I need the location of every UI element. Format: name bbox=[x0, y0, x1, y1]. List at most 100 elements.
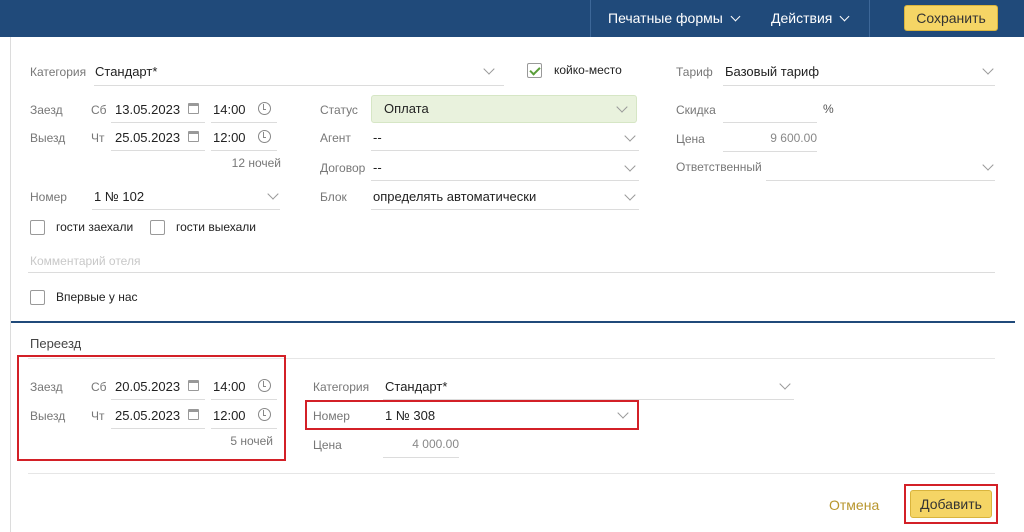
move-checkin-time-input[interactable]: 14:00 bbox=[213, 379, 246, 394]
field-underline bbox=[723, 85, 995, 86]
first-time-checkbox[interactable] bbox=[30, 290, 45, 305]
responsible-select[interactable] bbox=[766, 180, 995, 181]
tariff-label: Тариф bbox=[676, 65, 713, 79]
room-select[interactable]: 1 № 102 bbox=[94, 189, 144, 204]
move-checkout-date-input[interactable]: 25.05.2023 bbox=[115, 408, 180, 423]
room-label: Номер bbox=[30, 190, 67, 204]
actions-label: Действия bbox=[771, 10, 833, 26]
field-underline bbox=[211, 428, 277, 429]
move-room-label: Номер bbox=[313, 409, 350, 423]
field-underline bbox=[111, 399, 205, 400]
print-forms-menu[interactable]: Печатные формы bbox=[608, 0, 741, 37]
field-underline bbox=[723, 151, 817, 152]
move-checkout-label: Выезд bbox=[30, 409, 66, 423]
chevron-down-icon bbox=[616, 101, 628, 113]
first-time-label: Впервые у нас bbox=[56, 290, 138, 304]
checkin-weekday: Сб bbox=[91, 103, 107, 117]
bed-place-checkbox[interactable] bbox=[527, 63, 542, 78]
move-section-title: Переезд bbox=[30, 336, 82, 351]
checkout-label: Выезд bbox=[30, 131, 66, 145]
toolbar-separator bbox=[869, 0, 870, 37]
nights-count: 12 ночей bbox=[231, 156, 281, 170]
chevron-down-icon[interactable] bbox=[982, 63, 994, 75]
clock-icon[interactable] bbox=[258, 379, 271, 392]
block-label: Блок bbox=[320, 190, 347, 204]
status-value: Оплата bbox=[384, 101, 429, 116]
move-room-highlight bbox=[305, 400, 639, 430]
checkout-time-input[interactable]: 12:00 bbox=[213, 130, 246, 145]
checkin-time-input[interactable]: 14:00 bbox=[213, 102, 246, 117]
calendar-icon[interactable] bbox=[188, 131, 199, 142]
clock-icon[interactable] bbox=[258, 130, 271, 143]
field-underline bbox=[371, 180, 639, 181]
move-checkout-time-input[interactable]: 12:00 bbox=[213, 408, 246, 423]
guests-checked-in-checkbox[interactable] bbox=[30, 220, 45, 235]
add-button[interactable]: Добавить bbox=[910, 490, 992, 518]
responsible-label: Ответственный bbox=[676, 160, 762, 174]
field-underline bbox=[371, 209, 639, 210]
comment-input[interactable]: Комментарий отеля bbox=[30, 254, 140, 268]
chevron-down-icon[interactable] bbox=[624, 160, 636, 172]
move-checkin-weekday: Сб bbox=[91, 380, 107, 394]
calendar-icon[interactable] bbox=[188, 380, 199, 391]
field-underline bbox=[383, 457, 459, 458]
move-category-select[interactable]: Стандарт* bbox=[385, 379, 447, 394]
print-forms-label: Печатные формы bbox=[608, 10, 723, 26]
block-select[interactable]: определять автоматически bbox=[373, 189, 536, 204]
checkout-weekday: Чт bbox=[91, 131, 105, 145]
save-button[interactable]: Сохранить bbox=[904, 5, 998, 31]
chevron-down-icon bbox=[730, 11, 741, 22]
clock-icon[interactable] bbox=[258, 102, 271, 115]
field-underline bbox=[371, 150, 639, 151]
agent-select[interactable]: -- bbox=[373, 130, 382, 145]
discount-label: Скидка bbox=[676, 103, 716, 117]
category-select[interactable]: Стандарт* bbox=[95, 64, 157, 79]
price-label: Цена bbox=[676, 132, 705, 146]
move-checkin-label: Заезд bbox=[30, 380, 63, 394]
move-category-label: Категория bbox=[313, 380, 370, 394]
field-underline bbox=[28, 272, 995, 273]
chevron-down-icon[interactable] bbox=[779, 378, 791, 390]
chevron-down-icon bbox=[839, 11, 850, 22]
field-underline bbox=[92, 209, 280, 210]
move-price-input[interactable]: 4 000.00 bbox=[383, 437, 459, 451]
field-underline bbox=[111, 150, 205, 151]
field-underline bbox=[94, 85, 504, 86]
toolbar-separator bbox=[590, 0, 591, 37]
clock-icon[interactable] bbox=[258, 408, 271, 421]
discount-input[interactable] bbox=[723, 122, 817, 123]
cancel-button[interactable]: Отмена bbox=[829, 497, 879, 513]
move-checkout-weekday: Чт bbox=[91, 409, 105, 423]
guests-checked-in-label: гости заехали bbox=[56, 220, 134, 234]
move-checkin-date-input[interactable]: 20.05.2023 bbox=[115, 379, 180, 394]
calendar-icon[interactable] bbox=[188, 103, 199, 114]
calendar-icon[interactable] bbox=[188, 409, 199, 420]
checkout-date-input[interactable]: 25.05.2023 bbox=[115, 130, 180, 145]
field-underline bbox=[111, 122, 205, 123]
tariff-select[interactable]: Базовый тариф bbox=[725, 64, 819, 79]
chevron-down-icon[interactable] bbox=[267, 188, 279, 200]
top-toolbar: Печатные формы Действия Сохранить bbox=[0, 0, 1024, 37]
checkin-date-input[interactable]: 13.05.2023 bbox=[115, 102, 180, 117]
status-label: Статус bbox=[320, 103, 358, 117]
contract-label: Договор bbox=[320, 161, 366, 175]
actions-menu[interactable]: Действия bbox=[771, 0, 850, 37]
chevron-down-icon[interactable] bbox=[982, 159, 994, 171]
guests-checked-out-checkbox[interactable] bbox=[150, 220, 165, 235]
move-price-label: Цена bbox=[313, 438, 342, 452]
discount-unit: % bbox=[823, 102, 834, 116]
chevron-down-icon[interactable] bbox=[624, 189, 636, 201]
field-underline bbox=[211, 150, 277, 151]
chevron-down-icon[interactable] bbox=[483, 63, 495, 75]
guests-checked-out-label: гости выехали bbox=[176, 220, 256, 234]
price-input[interactable]: 9 600.00 bbox=[723, 131, 817, 145]
category-label: Категория bbox=[30, 65, 87, 79]
section-divider bbox=[11, 321, 1015, 323]
status-select[interactable]: Оплата bbox=[371, 95, 637, 123]
contract-select[interactable]: -- bbox=[373, 160, 382, 175]
checkin-label: Заезд bbox=[30, 103, 63, 117]
move-room-select[interactable]: 1 № 308 bbox=[385, 408, 435, 423]
bed-place-label: койко-место bbox=[554, 63, 622, 77]
chevron-down-icon[interactable] bbox=[624, 130, 636, 142]
field-underline bbox=[211, 122, 277, 123]
